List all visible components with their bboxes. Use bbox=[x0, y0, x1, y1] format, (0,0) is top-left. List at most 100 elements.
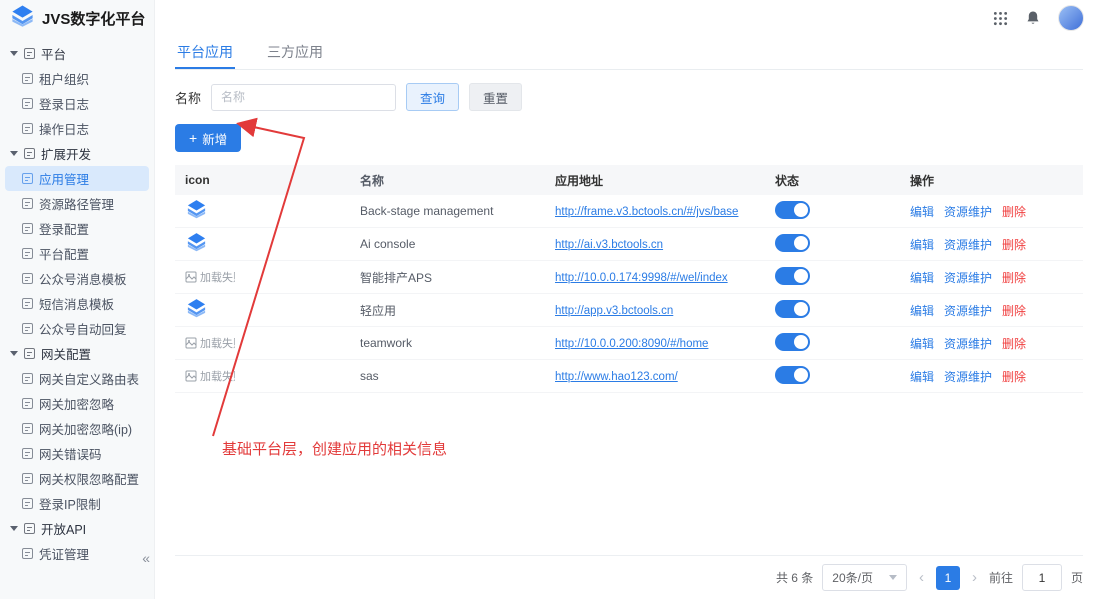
name-filter-input[interactable] bbox=[211, 83, 397, 111]
next-page-button[interactable]: › bbox=[969, 569, 980, 586]
sidebar-item-label: 网关权限忽略配置 bbox=[39, 473, 140, 487]
resource-maintain-link[interactable]: 资源维护 bbox=[944, 236, 992, 253]
edit-link[interactable]: 编辑 bbox=[910, 368, 934, 385]
resource-path-icon bbox=[22, 198, 33, 209]
delete-link[interactable]: 删除 bbox=[1002, 335, 1026, 352]
sidebar-item-app-management[interactable]: 应用管理 bbox=[5, 166, 149, 191]
broken-image-alt-text: 加载失败 bbox=[200, 371, 235, 383]
app-url-link[interactable]: http://10.0.0.200:8090/#/home bbox=[555, 338, 708, 350]
sidebar-item-platform-config[interactable]: 平台配置 bbox=[0, 241, 154, 266]
goto-page-input[interactable] bbox=[1021, 564, 1062, 591]
broken-image-icon: 加载失败 bbox=[185, 335, 235, 351]
sidebar-item-label: 登录配置 bbox=[39, 223, 90, 237]
resource-maintain-link[interactable]: 资源维护 bbox=[944, 302, 992, 319]
user-avatar[interactable] bbox=[1058, 5, 1084, 31]
delete-link[interactable]: 删除 bbox=[1002, 203, 1026, 220]
query-button[interactable]: 查询 bbox=[406, 83, 460, 111]
open-api-icon bbox=[24, 523, 35, 534]
status-toggle[interactable] bbox=[775, 299, 810, 318]
app-name: 智能排产APS bbox=[360, 270, 433, 285]
sidebar-group-gateway-config[interactable]: 网关配置 bbox=[0, 341, 154, 366]
status-toggle[interactable] bbox=[775, 233, 810, 252]
sidebar-group-platform[interactable]: 平台 bbox=[0, 41, 154, 66]
sidebar-item-gateway-error-code[interactable]: 网关错误码 bbox=[0, 441, 154, 466]
sidebar-item-label: 公众号消息模板 bbox=[39, 273, 127, 287]
monitor-icon bbox=[24, 48, 35, 59]
status-toggle[interactable] bbox=[775, 266, 810, 285]
sidebar-collapse-button[interactable]: « bbox=[142, 551, 150, 565]
resource-maintain-link[interactable]: 资源维护 bbox=[944, 269, 992, 286]
app-url-link[interactable]: http://ai.v3.bctools.cn bbox=[555, 239, 663, 251]
table-row: 加载失败 sas http://www.hao123.com/ 编辑 资源维护 … bbox=[175, 360, 1083, 393]
sidebar-group-open-api[interactable]: 开放API bbox=[0, 516, 154, 541]
table-row: 加载失败 teamwork http://10.0.0.200:8090/#/h… bbox=[175, 327, 1083, 360]
page-size-value: 20条/页 bbox=[832, 571, 873, 585]
reset-button[interactable]: 重置 bbox=[469, 83, 523, 111]
app-url-link[interactable]: http://www.hao123.com/ bbox=[555, 371, 678, 383]
toggle-knob bbox=[794, 334, 808, 349]
goto-label: 前往 bbox=[988, 571, 1013, 585]
resource-maintain-link[interactable]: 资源维护 bbox=[944, 368, 992, 385]
status-toggle[interactable] bbox=[775, 332, 810, 351]
sidebar-group-label: 网关配置 bbox=[41, 348, 92, 362]
sidebar-item-resource-path[interactable]: 资源路径管理 bbox=[0, 191, 154, 216]
sidebar-item-sms-template[interactable]: 短信消息模板 bbox=[0, 291, 154, 316]
sidebar-item-encrypt-ignore[interactable]: 网关加密忽略 bbox=[0, 391, 154, 416]
sidebar-item-label: 公众号自动回复 bbox=[39, 323, 127, 337]
delete-link[interactable]: 删除 bbox=[1002, 269, 1026, 286]
chevron-down-icon bbox=[10, 151, 18, 156]
delete-link[interactable]: 删除 bbox=[1002, 368, 1026, 385]
platform-config-icon bbox=[22, 248, 33, 259]
tab-bar: 平台应用 三方应用 bbox=[175, 36, 1083, 70]
status-toggle[interactable] bbox=[775, 365, 810, 384]
sidebar-group-extension-dev[interactable]: 扩展开发 bbox=[0, 141, 154, 166]
edit-link[interactable]: 编辑 bbox=[910, 335, 934, 352]
apps-grid-icon[interactable] bbox=[993, 11, 1008, 26]
sidebar-item-login-ip-limit[interactable]: 登录IP限制 bbox=[0, 491, 154, 516]
sidebar-item-credential-management[interactable]: 凭证管理 bbox=[0, 541, 154, 566]
toggle-knob bbox=[794, 268, 808, 283]
brand: JVS数字化平台 bbox=[0, 0, 154, 36]
app-url-link[interactable]: http://app.v3.bctools.cn bbox=[555, 305, 673, 317]
broken-image-icon: 加载失败 bbox=[185, 368, 235, 384]
sidebar-item-tenant-org[interactable]: 租户组织 bbox=[0, 66, 154, 91]
app-url-link[interactable]: http://frame.v3.bctools.cn/#/jvs/base bbox=[555, 206, 738, 218]
sidebar-item-wechat-msg-template[interactable]: 公众号消息模板 bbox=[0, 266, 154, 291]
delete-link[interactable]: 删除 bbox=[1002, 236, 1026, 253]
tab-platform-apps[interactable]: 平台应用 bbox=[175, 36, 235, 69]
tab-third-party-apps[interactable]: 三方应用 bbox=[265, 36, 325, 69]
edit-link[interactable]: 编辑 bbox=[910, 269, 934, 286]
bell-icon[interactable] bbox=[1025, 10, 1041, 26]
sidebar-item-login-config[interactable]: 登录配置 bbox=[0, 216, 154, 241]
app-icon-cell: 加载失败 bbox=[175, 368, 360, 384]
sidebar-item-permission-ignore[interactable]: 网关权限忽略配置 bbox=[0, 466, 154, 491]
sidebar-item-operation-log[interactable]: 操作日志 bbox=[0, 116, 154, 141]
sidebar-menu: 平台 租户组织 登录日志 操作日志 扩展开发 应用管理 资源路径管理 登录配置 … bbox=[0, 36, 154, 566]
sidebar-item-login-log[interactable]: 登录日志 bbox=[0, 91, 154, 116]
auto-reply-icon bbox=[22, 323, 33, 334]
resource-maintain-link[interactable]: 资源维护 bbox=[944, 335, 992, 352]
column-header-url: 应用地址 bbox=[555, 173, 604, 188]
jvs-logo-icon bbox=[185, 231, 208, 257]
app-url-link[interactable]: http://10.0.0.174:9998/#/wel/index bbox=[555, 272, 728, 284]
sidebar-item-auto-reply[interactable]: 公众号自动回复 bbox=[0, 316, 154, 341]
pagination-bar: 共 6 条 20条/页 ‹ 1 › 前往 页 bbox=[175, 555, 1083, 599]
prev-page-button[interactable]: ‹ bbox=[916, 569, 927, 586]
resource-maintain-link[interactable]: 资源维护 bbox=[944, 203, 992, 220]
page-number-1[interactable]: 1 bbox=[935, 565, 960, 590]
edit-link[interactable]: 编辑 bbox=[910, 236, 934, 253]
message-template-icon bbox=[22, 273, 33, 284]
app-icon-cell bbox=[175, 297, 360, 323]
delete-link[interactable]: 删除 bbox=[1002, 302, 1026, 319]
sidebar-item-custom-route-table[interactable]: 网关自定义路由表 bbox=[0, 366, 154, 391]
broken-image-alt-text: 加载失败 bbox=[200, 338, 235, 350]
edit-link[interactable]: 编辑 bbox=[910, 302, 934, 319]
edit-link[interactable]: 编辑 bbox=[910, 203, 934, 220]
operation-log-icon bbox=[22, 123, 33, 134]
status-toggle[interactable] bbox=[775, 200, 810, 219]
gateway-icon bbox=[24, 348, 35, 359]
add-button[interactable]: + 新增 bbox=[175, 124, 242, 152]
broken-image-icon: 加载失败 bbox=[185, 269, 235, 285]
sidebar-item-encrypt-ignore-ip[interactable]: 网关加密忽略(ip) bbox=[0, 416, 154, 441]
page-size-select[interactable]: 20条/页 bbox=[822, 564, 907, 591]
